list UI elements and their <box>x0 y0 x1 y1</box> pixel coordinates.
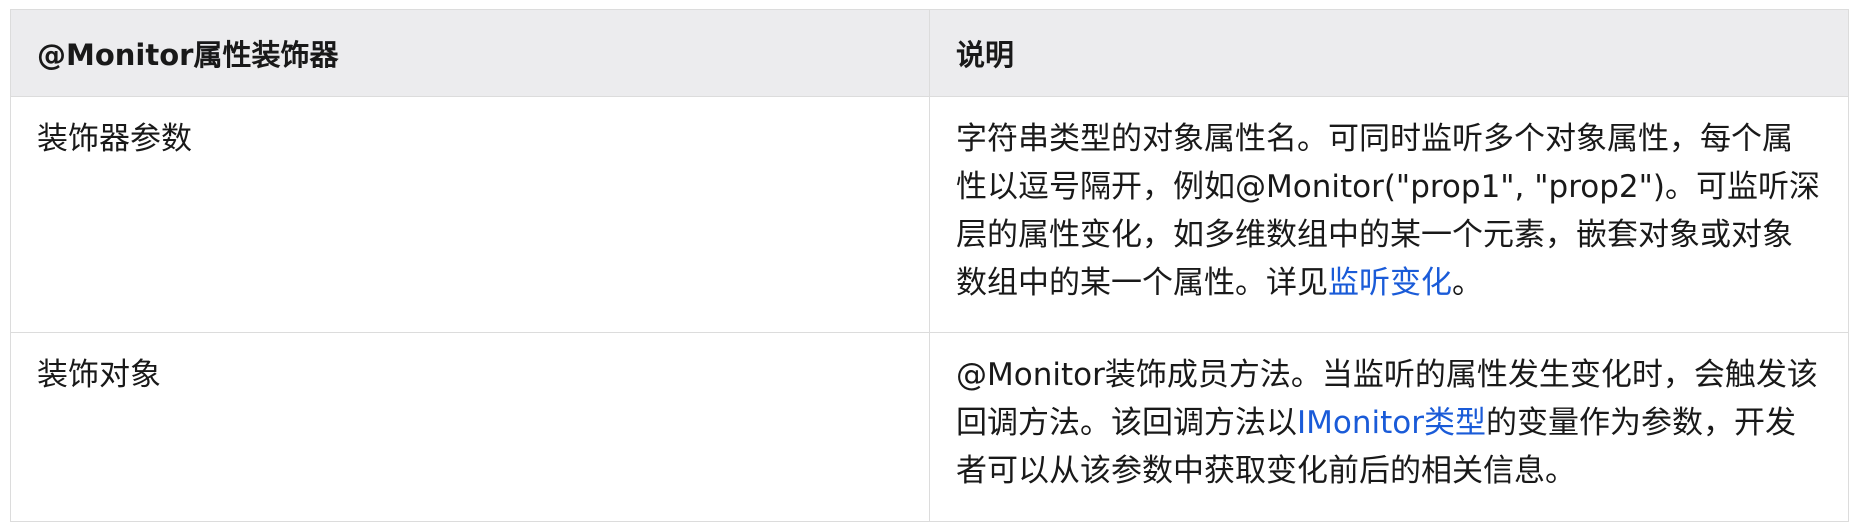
table-header-row: @Monitor属性装饰器 说明 <box>10 9 1849 97</box>
row-description: 字符串类型的对象属性名。可同时监听多个对象属性，每个属性以逗号隔开，例如@Mon… <box>929 96 1849 333</box>
row-description: @Monitor装饰成员方法。当监听的属性发生变化时，会触发该回调方法。该回调方… <box>929 332 1849 522</box>
monitor-decorator-table: @Monitor属性装饰器 说明 装饰器参数 字符串类型的对象属性名。可同时监听… <box>10 9 1849 522</box>
table-row: 装饰器参数 字符串类型的对象属性名。可同时监听多个对象属性，每个属性以逗号隔开，… <box>10 96 1849 333</box>
monitor-change-link[interactable]: 监听变化 <box>1328 265 1452 301</box>
description-text-end: 。 <box>1452 265 1483 301</box>
table-row: 装饰对象 @Monitor装饰成员方法。当监听的属性发生变化时，会触发该回调方法… <box>10 332 1849 522</box>
row-label: 装饰器参数 <box>10 96 930 333</box>
imonitor-type-link[interactable]: IMonitor类型 <box>1297 405 1486 441</box>
header-decorator: @Monitor属性装饰器 <box>10 9 930 97</box>
row-label: 装饰对象 <box>10 332 930 522</box>
header-description: 说明 <box>929 9 1849 97</box>
